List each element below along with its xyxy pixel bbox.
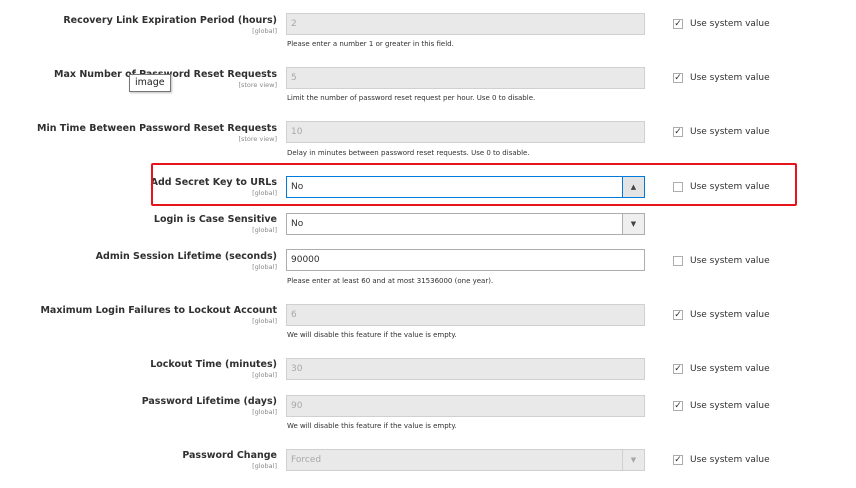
case-sensitive-select[interactable]: No ▼ <box>286 213 645 235</box>
field-label: Password Lifetime (days) <box>141 396 277 407</box>
field-label: Lockout Time (minutes) <box>150 359 277 370</box>
checkmark-icon[interactable]: ✓ <box>673 401 683 411</box>
max-reset-requests-input[interactable]: 5 <box>286 67 645 89</box>
checkmark-icon[interactable]: ✓ <box>673 310 683 320</box>
field-label: Recovery Link Expiration Period (hours) <box>63 15 277 26</box>
scope-label: [store view] <box>238 81 277 89</box>
empty-checkbox-icon[interactable] <box>673 256 683 266</box>
min-time-reset-input[interactable]: 10 <box>286 121 645 143</box>
field-label: Min Time Between Password Reset Requests <box>37 123 277 134</box>
scope-label: [global] <box>252 462 277 470</box>
recovery-link-expiration-input[interactable]: 2 <box>286 13 645 35</box>
field-label: Password Change <box>182 450 277 461</box>
caret-down-icon[interactable]: ▼ <box>622 450 644 470</box>
checkmark-icon[interactable]: ✓ <box>673 127 683 137</box>
checkmark-icon[interactable]: ✓ <box>673 364 683 374</box>
use-system-value-label: Use system value <box>690 310 770 320</box>
session-lifetime-input[interactable]: 90000 <box>286 249 645 271</box>
checkmark-icon[interactable]: ✓ <box>673 455 683 465</box>
field-note: We will disable this feature if the valu… <box>287 331 457 339</box>
use-system-value-label: Use system value <box>690 256 770 266</box>
scope-label: [global] <box>252 27 277 35</box>
scope-label: [global] <box>252 408 277 416</box>
caret-down-icon[interactable]: ▼ <box>622 214 644 234</box>
field-note: Please enter at least 60 and at most 315… <box>287 277 494 285</box>
field-label: Maximum Login Failures to Lockout Accoun… <box>40 305 277 316</box>
field-label: Admin Session Lifetime (seconds) <box>95 251 277 262</box>
use-system-value-label: Use system value <box>690 73 770 83</box>
use-system-value-label: Use system value <box>690 364 770 374</box>
field-note: Limit the number of password reset reque… <box>287 94 536 102</box>
field-note: We will disable this feature if the valu… <box>287 422 457 430</box>
use-system-value-label: Use system value <box>690 455 770 465</box>
field-note: Delay in minutes between password reset … <box>287 149 530 157</box>
password-change-select[interactable]: Forced ▼ <box>286 449 645 471</box>
highlight-box <box>151 163 797 206</box>
use-system-value-label: Use system value <box>690 19 770 29</box>
scope-label: [global] <box>252 226 277 234</box>
login-failures-input[interactable]: 6 <box>286 304 645 326</box>
scope-label: [store view] <box>238 135 277 143</box>
select-value: No <box>291 219 304 229</box>
tooltip: image <box>129 74 171 92</box>
scope-label: [global] <box>252 263 277 271</box>
lockout-time-input[interactable]: 30 <box>286 358 645 380</box>
field-note: Please enter a number 1 or greater in th… <box>287 40 454 48</box>
password-lifetime-input[interactable]: 90 <box>286 395 645 417</box>
use-system-value-label: Use system value <box>690 127 770 137</box>
scope-label: [global] <box>252 371 277 379</box>
select-value: Forced <box>291 455 322 465</box>
field-label: Login is Case Sensitive <box>153 214 277 225</box>
scope-label: [global] <box>252 317 277 325</box>
checkmark-icon[interactable]: ✓ <box>673 19 683 29</box>
checkmark-icon[interactable]: ✓ <box>673 73 683 83</box>
use-system-value-label: Use system value <box>690 401 770 411</box>
